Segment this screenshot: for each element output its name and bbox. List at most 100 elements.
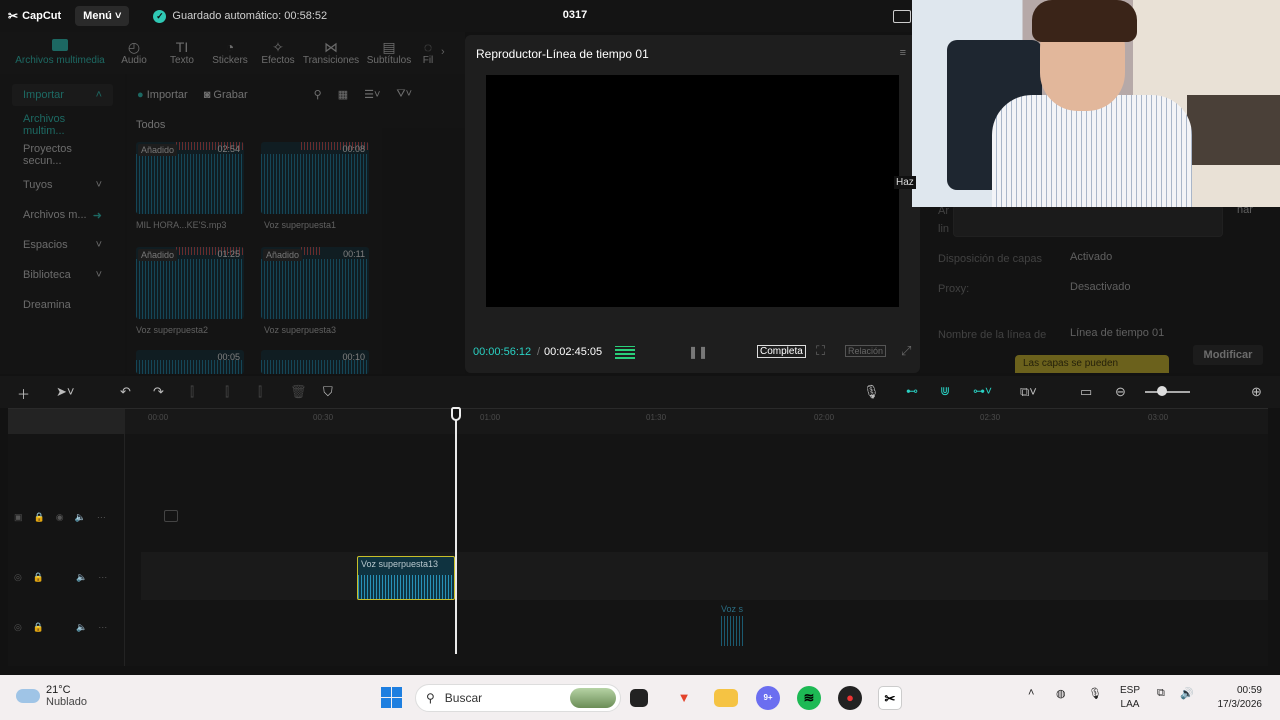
capcut-taskbar-icon[interactable]: ✂ — [878, 686, 902, 710]
spotify-icon[interactable]: ≋ — [797, 686, 821, 710]
record-button[interactable]: ◙ Grabar — [204, 89, 248, 101]
clock[interactable]: 00:59 17/3/2026 — [1210, 684, 1263, 712]
tab-media[interactable]: Archivos multimedia — [10, 32, 110, 74]
clock-date: 17/3/2026 — [1217, 699, 1263, 710]
preview-axis-icon[interactable]: ⧉˅ — [1020, 384, 1037, 400]
audio-clip[interactable]: Voz superpuesta13 — [357, 556, 455, 600]
sidebar-item-spaces[interactable]: Espacios ˅ — [12, 234, 113, 256]
chevron-right-icon[interactable]: › — [441, 46, 445, 58]
brave-icon[interactable]: ▼ — [672, 686, 696, 710]
timeline-ruler[interactable]: 00:00 00:30 01:00 01:30 02:00 02:30 03:0… — [8, 408, 1268, 435]
sidebar-item-yours[interactable]: Tuyos ˅ — [12, 174, 113, 196]
task-view-icon[interactable] — [630, 689, 648, 707]
split-left-icon[interactable]: ⫿ — [225, 384, 229, 400]
add-track-icon[interactable]: ＋ — [17, 384, 30, 403]
display-icon[interactable]: ⧉ — [1157, 687, 1165, 700]
media-thumbnail[interactable]: Añadido 00:11 — [261, 247, 369, 319]
split-icon[interactable]: ⫿ — [190, 384, 194, 400]
sidebar-item-library[interactable]: Biblioteca ˅ — [12, 264, 113, 286]
project-title[interactable]: 0317 — [560, 9, 590, 21]
playhead-line[interactable] — [455, 412, 457, 654]
speaker-icon[interactable]: 🔈 — [76, 572, 87, 583]
playhead-handle[interactable] — [451, 407, 461, 421]
menu-icon[interactable]: ≡ — [900, 47, 906, 59]
eye-icon[interactable]: ◉ — [56, 512, 64, 523]
tab-stickers[interactable]: ◔ Stickers — [206, 32, 254, 74]
cursor-icon[interactable]: ➤˅ — [56, 384, 74, 400]
sidebar-item-media-m[interactable]: Archivos m... ➜ — [12, 204, 113, 226]
audio-track-icon[interactable]: ◎ — [14, 572, 22, 583]
tab-audio[interactable]: ◴ Audio — [110, 32, 158, 74]
cover-icon[interactable]: ▣ — [14, 512, 23, 523]
volume-icon[interactable]: 🔊 — [1180, 687, 1194, 700]
more-icon[interactable]: ⋯ — [98, 572, 107, 583]
chevron-up-icon[interactable]: ˄ — [1028, 687, 1034, 699]
media-thumbnail[interactable]: 00:05 — [136, 350, 244, 374]
tab-filters[interactable]: ◌ Fil — [418, 32, 438, 74]
speaker-icon[interactable]: 🔈 — [75, 512, 86, 523]
tab-subtitles[interactable]: ▤ Subtítulos — [360, 32, 418, 74]
speaker-icon[interactable]: 🔈 — [76, 622, 87, 633]
tab-transitions[interactable]: ⋈ Transiciones — [302, 32, 360, 74]
magnet-icon[interactable]: ⋓ — [940, 384, 950, 398]
file-explorer-icon[interactable] — [714, 689, 738, 707]
tab-text[interactable]: TI Texto — [158, 32, 206, 74]
media-thumbnail[interactable]: 00:08 — [261, 142, 369, 214]
weather-widget[interactable]: 21°C Nublado — [16, 684, 87, 708]
search-icon[interactable]: ⚲ — [314, 88, 322, 101]
audio-track-icon[interactable]: ◎ — [14, 622, 22, 633]
sidebar-item-dreamina[interactable]: Dreamina — [12, 294, 113, 316]
windows-start-icon[interactable] — [380, 686, 404, 710]
sort-icon[interactable]: ☰˅ — [364, 88, 380, 101]
partial-label-2: lin — [938, 223, 950, 235]
media-thumbnail[interactable]: 00:10 — [261, 350, 369, 374]
import-button[interactable]: ● Importar — [137, 89, 188, 101]
ratio-button[interactable]: Relación — [845, 345, 887, 357]
lock-icon[interactable]: 🔒 — [34, 512, 45, 523]
obs-icon[interactable]: ● — [838, 686, 862, 710]
link-icon[interactable]: ⊶˅ — [973, 384, 992, 398]
language-indicator[interactable]: ESP LAA — [1120, 684, 1140, 712]
more-icon[interactable]: ⋯ — [97, 512, 106, 523]
link-main-track-icon[interactable]: ⊷ — [906, 384, 918, 398]
partial-haz-label: Haz — [894, 176, 916, 189]
more-icon[interactable]: ⋯ — [98, 622, 107, 633]
complete-view-button[interactable]: Completa — [757, 345, 806, 358]
layers-tooltip: Las capas se pueden — [1015, 355, 1169, 373]
lock-icon[interactable]: 🔒 — [33, 622, 44, 633]
modify-button[interactable]: Modificar — [1193, 345, 1263, 365]
microphone-icon[interactable]: 🎙 — [863, 384, 880, 400]
shield-icon[interactable]: ⛉ — [323, 384, 333, 400]
split-right-icon[interactable]: ⫿ — [258, 384, 262, 400]
captions-icon[interactable]: ▭ — [1080, 384, 1092, 400]
redo-icon[interactable]: ↷ — [153, 384, 164, 400]
microphone-icon[interactable]: 🎙 — [1088, 687, 1102, 700]
layout-icon[interactable] — [893, 10, 911, 23]
grid-view-icon[interactable]: ▦ — [338, 88, 348, 101]
audio-track-lane[interactable] — [141, 552, 1268, 600]
focus-icon[interactable]: ⛶ — [816, 343, 825, 359]
tab-effects[interactable]: ✧ Efectos — [254, 32, 302, 74]
taskbar-search[interactable]: ⚲ Buscar — [415, 684, 621, 712]
filter-icon[interactable]: ⛛˅ — [396, 88, 412, 101]
zoom-slider-knob[interactable] — [1157, 386, 1167, 396]
sidebar-item-media-files[interactable]: Archivos multim... — [12, 113, 113, 137]
menu-button[interactable]: Menú ˅ — [75, 6, 130, 26]
network-icon[interactable]: ◍ — [1056, 687, 1066, 700]
delete-icon[interactable]: 🗑 — [290, 384, 307, 400]
ghost-audio-clip[interactable]: Voz s — [721, 604, 747, 650]
zoom-in-icon[interactable]: ⊕ — [1251, 384, 1262, 400]
sidebar-item-import[interactable]: Importar ˄ — [12, 84, 113, 106]
lock-icon[interactable]: 🔒 — [33, 572, 44, 583]
media-thumbnail[interactable]: Añadido 01:25 — [136, 247, 244, 319]
sidebar-item-label: Dreamina — [23, 299, 71, 311]
pause-icon[interactable]: ❚❚ — [688, 345, 708, 359]
sidebar-item-subprojects[interactable]: Proyectos secun... — [12, 143, 113, 167]
video-viewport[interactable] — [486, 75, 899, 307]
zoom-out-icon[interactable]: ⊖ — [1115, 384, 1126, 400]
fullscreen-icon[interactable]: ⤢ — [901, 343, 911, 359]
zoom-slider[interactable] — [1145, 391, 1190, 393]
undo-icon[interactable]: ↶ — [120, 384, 131, 400]
media-thumbnail[interactable]: Añadido 02:54 — [136, 142, 244, 214]
discord-icon[interactable]: 9+ — [756, 686, 780, 710]
